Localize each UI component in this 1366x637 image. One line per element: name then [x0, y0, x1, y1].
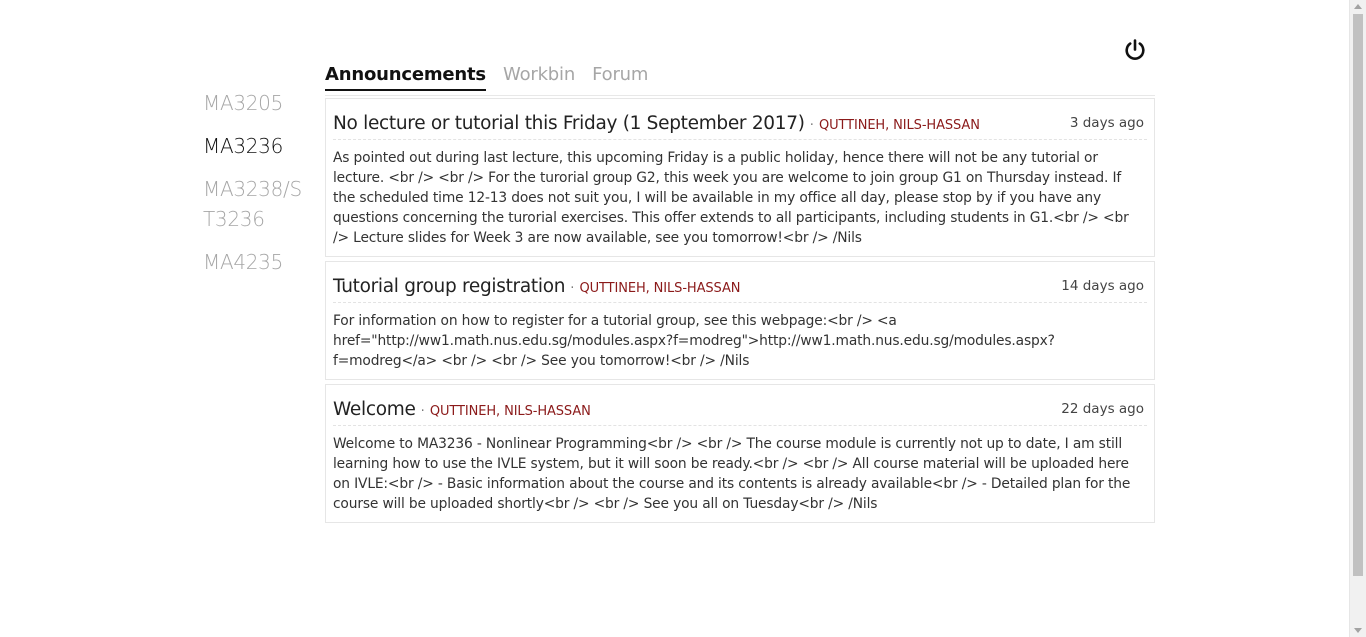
announcement-time: 14 days ago — [1061, 278, 1144, 294]
announcement-header: No lecture or tutorial this Friday (1 Se… — [333, 113, 1147, 140]
announcement-title: No lecture or tutorial this Friday (1 Se… — [333, 113, 805, 134]
tab-bar: Announcements Workbin Forum — [325, 64, 1155, 96]
announcement-body: As pointed out during last lecture, this… — [333, 150, 1129, 246]
sidebar-item-ma4235[interactable]: MA4235 — [203, 247, 308, 277]
announcement-card: Tutorial group registration · QUTTINEH, … — [325, 261, 1155, 380]
announcement-list: No lecture or tutorial this Friday (1 Se… — [325, 98, 1155, 527]
separator-dot: · — [420, 404, 425, 419]
announcement-time: 22 days ago — [1061, 401, 1144, 417]
scrollbar-thumb[interactable] — [1353, 14, 1363, 576]
announcement-card: No lecture or tutorial this Friday (1 Se… — [325, 98, 1155, 257]
tab-forum[interactable]: Forum — [592, 64, 648, 90]
sidebar-item-ma3236[interactable]: MA3236 — [203, 131, 308, 161]
announcement-title: Tutorial group registration — [333, 276, 566, 297]
power-icon[interactable] — [1123, 38, 1147, 62]
tab-announcements[interactable]: Announcements — [325, 64, 486, 91]
sidebar-item-ma3238-st3236[interactable]: MA3238/ST3236 — [203, 174, 308, 234]
announcement-author: QUTTINEH, NILS-HASSAN — [429, 404, 591, 419]
announcement-title: Welcome — [333, 399, 416, 420]
module-sidebar: MA3205 MA3236 MA3238/ST3236 MA4235 — [203, 88, 308, 290]
announcement-body: Welcome to MA3236 - Nonlinear Programmin… — [333, 436, 1131, 512]
separator-dot: · — [809, 118, 814, 133]
announcement-time: 3 days ago — [1069, 115, 1144, 131]
scroll-down-arrow-icon[interactable] — [1354, 628, 1362, 633]
vertical-scrollbar[interactable] — [1349, 0, 1366, 637]
announcement-header: Welcome · QUTTINEH, NILS-HASSAN 22 days … — [333, 399, 1147, 426]
sidebar-item-ma3205[interactable]: MA3205 — [203, 88, 308, 118]
announcement-author: QUTTINEH, NILS-HASSAN — [818, 118, 980, 133]
announcement-author: QUTTINEH, NILS-HASSAN — [579, 281, 741, 296]
announcement-header: Tutorial group registration · QUTTINEH, … — [333, 276, 1147, 303]
scroll-up-arrow-icon[interactable] — [1354, 4, 1362, 9]
tab-workbin[interactable]: Workbin — [503, 64, 575, 90]
announcement-body: For information on how to register for a… — [333, 313, 1055, 369]
announcement-card: Welcome · QUTTINEH, NILS-HASSAN 22 days … — [325, 384, 1155, 523]
page: MA3205 MA3236 MA3238/ST3236 MA4235 Annou… — [0, 0, 1366, 637]
separator-dot: · — [570, 281, 575, 296]
